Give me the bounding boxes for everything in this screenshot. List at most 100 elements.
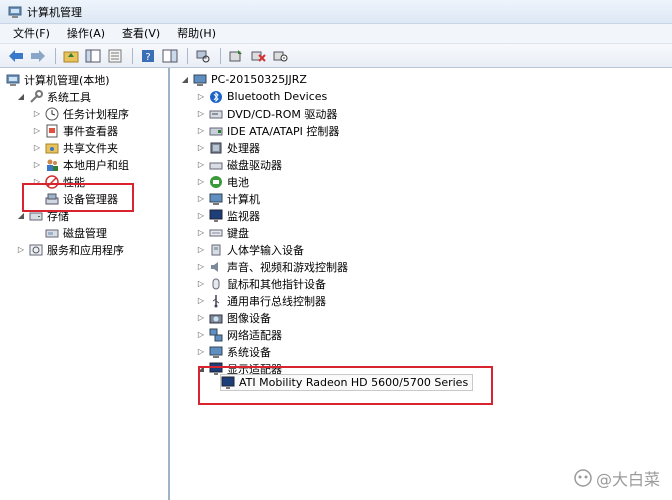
device-category-usb[interactable]: ▷ 通用串行总线控制器 (196, 292, 326, 309)
device-category-label: 磁盘驱动器 (227, 158, 282, 172)
tree-item-label: 本地用户和组 (63, 158, 129, 172)
device-category-sound[interactable]: ▷ 声音、视频和游戏控制器 (196, 258, 348, 275)
scan-hardware-button[interactable] (193, 47, 213, 65)
up-level-button[interactable] (61, 47, 81, 65)
device-category-battery[interactable]: ▷ 电池 (196, 173, 249, 190)
tree-item-label: 事件查看器 (63, 124, 118, 138)
device-category-computer[interactable]: ▷ 计算机 (196, 190, 260, 207)
device-category-monitor[interactable]: ▷ 监视器 (196, 207, 260, 224)
shared-folder-icon (45, 143, 59, 153)
expand-arrow-icon[interactable]: ▷ (32, 160, 42, 170)
device-category-label: 声音、视频和游戏控制器 (227, 260, 348, 274)
uninstall-button[interactable] (248, 47, 268, 65)
expand-arrow-icon[interactable]: ▷ (196, 126, 206, 136)
expand-arrow-icon[interactable]: ▷ (196, 228, 206, 238)
device-root-computer[interactable]: ◢ PC-20150325JJRZ (180, 71, 307, 88)
device-category-system[interactable]: ▷ 系统设备 (196, 343, 271, 360)
tree-item-system-tools[interactable]: ◢ 系统工具 (16, 88, 91, 105)
event-viewer-icon (46, 124, 58, 137)
device-category-keyboard[interactable]: ▷ 键盘 (196, 224, 249, 241)
expand-arrow-icon[interactable]: ▷ (196, 211, 206, 221)
view-button[interactable] (160, 47, 180, 65)
expand-arrow-icon[interactable]: ▷ (32, 143, 42, 153)
expand-arrow-icon[interactable]: ▷ (196, 262, 206, 272)
console-tree-pane[interactable]: 计算机管理(本地) ◢ 系统工具 ▷ 任务计划程序 ▷ 事件查看器 ▷ 共享文件… (0, 68, 170, 500)
update-driver-icon (229, 49, 242, 61)
tree-item-services-apps[interactable]: ▷ 服务和应用程序 (16, 241, 124, 258)
expand-arrow-icon[interactable]: ▷ (32, 109, 42, 119)
expand-arrow-icon[interactable]: ▷ (196, 177, 206, 187)
expand-arrow-icon[interactable]: ▷ (196, 296, 206, 306)
tree-item-computer-management[interactable]: 计算机管理(本地) (6, 71, 110, 88)
help-button[interactable]: ? (138, 47, 158, 65)
show-hide-tree-button[interactable] (83, 47, 103, 65)
expand-arrow-icon[interactable]: ▷ (196, 194, 206, 204)
device-category-label: Bluetooth Devices (227, 90, 328, 103)
expand-arrow-icon[interactable]: ▷ (196, 347, 206, 357)
toolbar-separator (132, 47, 133, 64)
arrow-left-icon (9, 49, 23, 62)
tree-item-device-manager[interactable]: 设备管理器 (45, 190, 118, 207)
device-category-dvd[interactable]: ▷ DVD/CD-ROM 驱动器 (196, 105, 337, 122)
device-ati-radeon[interactable]: ATI Mobility Radeon HD 5600/5700 Series (220, 374, 474, 391)
forward-button[interactable] (28, 47, 48, 65)
tree-item-shared-folders[interactable]: ▷ 共享文件夹 (32, 139, 118, 156)
device-category-processor[interactable]: ▷ 处理器 (196, 139, 260, 156)
computer-management-icon (6, 74, 20, 86)
device-category-label: 电池 (227, 175, 249, 189)
tree-item-event-viewer[interactable]: ▷ 事件查看器 (32, 122, 118, 139)
expand-arrow-icon[interactable]: ▷ (196, 92, 206, 102)
expand-arrow-icon[interactable]: ▷ (196, 143, 206, 153)
expand-arrow-icon[interactable]: ▷ (32, 126, 42, 136)
storage-icon (29, 212, 43, 220)
device-tree-pane[interactable]: ◢ PC-20150325JJRZ ▷ Bluetooth Devices ▷ … (172, 68, 672, 500)
device-category-network[interactable]: ▷ 网络适配器 (196, 326, 282, 343)
disk-icon (45, 229, 59, 237)
tree-item-label: 性能 (63, 175, 85, 189)
tree-item-task-scheduler[interactable]: ▷ 任务计划程序 (32, 105, 129, 122)
keyboard-icon (209, 229, 223, 236)
properties-list-button[interactable] (105, 47, 125, 65)
back-button[interactable] (6, 47, 26, 65)
expand-arrow-icon[interactable]: ▷ (196, 313, 206, 323)
expand-arrow-icon[interactable]: ▷ (196, 279, 206, 289)
collapse-arrow-icon[interactable]: ◢ (196, 364, 206, 374)
menu-help[interactable]: 帮助(H) (168, 24, 224, 44)
speaker-icon (211, 261, 218, 272)
processor-icon (210, 142, 222, 153)
tree-item-storage[interactable]: ◢ 存储 (16, 207, 69, 224)
expand-arrow-icon[interactable]: ▷ (196, 330, 206, 340)
collapse-arrow-icon[interactable]: ◢ (16, 211, 26, 221)
clock-icon (45, 107, 59, 120)
disable-device-icon (273, 51, 288, 61)
expand-arrow-icon[interactable]: ▷ (196, 109, 206, 119)
expand-arrow-icon[interactable]: ▷ (196, 245, 206, 255)
collapse-arrow-icon[interactable]: ◢ (180, 75, 190, 85)
menu-action[interactable]: 操作(A) (58, 24, 113, 44)
device-category-label: IDE ATA/ATAPI 控制器 (227, 124, 340, 138)
disable-button[interactable] (270, 47, 290, 65)
title-bar: 计算机管理 (0, 0, 672, 24)
collapse-arrow-icon[interactable]: ◢ (16, 92, 26, 102)
tree-item-disk-management[interactable]: 磁盘管理 (45, 224, 107, 241)
device-category-imaging[interactable]: ▷ 图像设备 (196, 309, 271, 326)
computer-management-icon (8, 6, 22, 18)
expand-arrow-icon[interactable]: ▷ (32, 177, 42, 187)
menu-file[interactable]: 文件(F) (4, 24, 58, 44)
device-category-bluetooth[interactable]: ▷ Bluetooth Devices (196, 88, 327, 105)
expand-arrow-icon[interactable]: ▷ (16, 245, 26, 255)
tree-item-local-users[interactable]: ▷ 本地用户和组 (32, 156, 129, 173)
expand-arrow-icon[interactable]: ▷ (196, 160, 206, 170)
device-category-ide[interactable]: ▷ IDE ATA/ATAPI 控制器 (196, 122, 339, 139)
monitor-icon (209, 209, 223, 222)
device-category-mouse[interactable]: ▷ 鼠标和其他指针设备 (196, 275, 326, 292)
device-category-label: 网络适配器 (227, 328, 282, 342)
device-category-disk[interactable]: ▷ 磁盘驱动器 (196, 156, 282, 173)
device-category-label: 键盘 (227, 226, 249, 240)
menu-view[interactable]: 查看(V) (113, 24, 168, 44)
tree-item-label: 计算机管理(本地) (24, 73, 110, 87)
update-driver-button[interactable] (226, 47, 246, 65)
device-category-hid[interactable]: ▷ 人体学输入设备 (196, 241, 304, 258)
tree-item-performance[interactable]: ▷ 性能 (32, 173, 85, 190)
device-category-label: 系统设备 (227, 345, 271, 359)
